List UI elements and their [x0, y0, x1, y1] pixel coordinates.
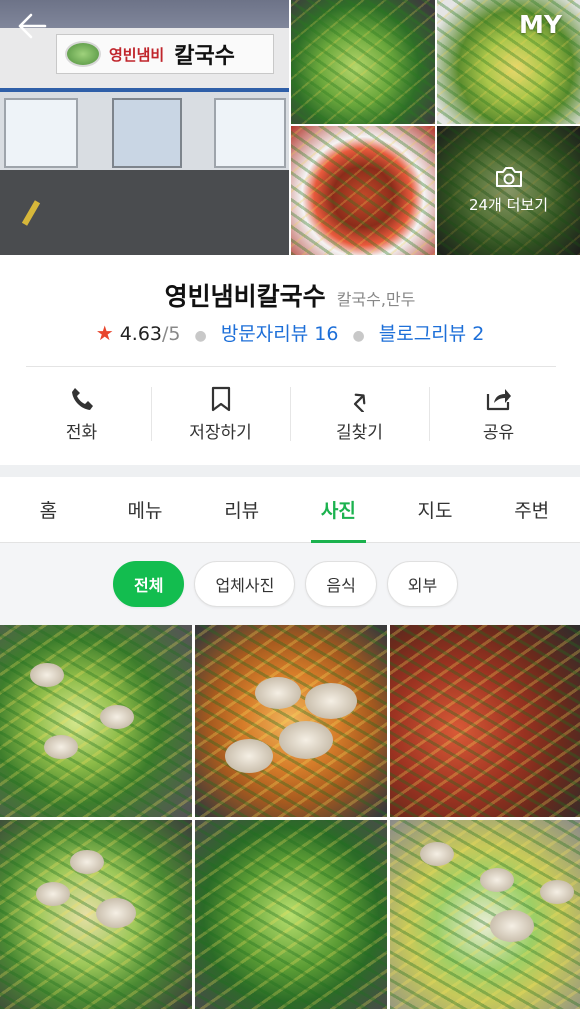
hero-food-photo[interactable]	[291, 126, 435, 255]
clam-shape	[44, 735, 78, 759]
separator-dot: ●	[194, 328, 207, 344]
photo-tile[interactable]	[0, 820, 192, 1009]
sign-big-text: 칼국수	[174, 43, 235, 69]
title-row: 영빈냄비칼국수 칼국수,만두	[0, 277, 580, 313]
place-info: 영빈냄비칼국수 칼국수,만두 ★ 4.63/5 ● 방문자리뷰 16 ● 블로그…	[0, 255, 580, 465]
clam-shape	[36, 882, 70, 906]
filter-all[interactable]: 전체	[113, 561, 185, 607]
hero-food-photo[interactable]	[291, 0, 435, 124]
back-button[interactable]	[12, 8, 52, 44]
clam-shape	[100, 705, 134, 729]
clam-shape	[305, 683, 357, 719]
sign-bowl-logo	[65, 41, 101, 67]
parking-lot	[0, 170, 289, 255]
clam-shape	[96, 898, 136, 928]
clam-shape	[30, 663, 64, 687]
tab-menu[interactable]: 메뉴	[97, 477, 194, 542]
rating-max: /5	[162, 323, 181, 345]
clam-shape	[420, 842, 454, 866]
photo-tile[interactable]	[0, 625, 192, 817]
place-category: 칼국수,만두	[336, 290, 416, 309]
place-name: 영빈냄비칼국수	[164, 282, 326, 311]
tab-nearby[interactable]: 주변	[483, 477, 580, 542]
action-label: 공유	[482, 422, 515, 443]
hero-gallery: 영빈냄비 칼국수 MY 24개 더보기	[0, 0, 580, 255]
more-photos-button[interactable]: 24개 더보기	[437, 126, 580, 255]
section-gap	[0, 465, 580, 477]
clam-shape	[225, 739, 273, 773]
clam-shape	[279, 721, 333, 759]
camera-icon	[495, 167, 522, 187]
clam-shape	[480, 868, 514, 892]
action-label: 길찾기	[336, 422, 383, 443]
share-button[interactable]: 공유	[429, 383, 568, 445]
rating-score: 4.63	[119, 323, 162, 345]
store-door	[112, 98, 182, 168]
clam-shape	[255, 677, 301, 709]
arrow-left-icon	[18, 13, 47, 39]
photo-grid	[0, 625, 580, 1009]
tab-bar: 홈 메뉴 리뷰 사진 지도 주변	[0, 477, 580, 543]
directions-button[interactable]: 길찾기	[290, 383, 429, 445]
clam-shape	[490, 910, 534, 942]
directions-icon	[353, 393, 365, 412]
photo-tile[interactable]	[195, 820, 387, 1009]
bookmark-icon	[211, 386, 230, 411]
photo-tile[interactable]	[390, 820, 580, 1009]
call-button[interactable]: 전화	[12, 383, 151, 445]
more-photos-label: 24개 더보기	[468, 196, 549, 214]
blog-reviews-link[interactable]: 블로그리뷰 2	[379, 323, 485, 345]
phone-icon	[71, 387, 93, 410]
action-label: 저장하기	[189, 422, 252, 443]
tab-reviews[interactable]: 리뷰	[193, 477, 290, 542]
action-label: 전화	[65, 422, 98, 443]
photo-tile[interactable]	[195, 625, 387, 817]
clam-shape	[70, 850, 104, 874]
tab-home[interactable]: 홈	[0, 477, 97, 542]
store-window	[214, 98, 286, 168]
store-window	[4, 98, 78, 168]
my-button[interactable]: MY	[519, 10, 562, 39]
filter-food[interactable]: 음식	[305, 561, 377, 607]
tab-map[interactable]: 지도	[387, 477, 484, 542]
action-bar: 전화 저장하기 길찾기 공유	[12, 383, 568, 445]
filter-business-photos[interactable]: 업체사진	[194, 561, 296, 607]
tab-photos[interactable]: 사진	[290, 477, 387, 543]
save-button[interactable]: 저장하기	[151, 383, 290, 445]
separator-dot: ●	[352, 328, 365, 344]
star-icon: ★	[95, 321, 114, 345]
store-front	[0, 88, 289, 170]
visitor-reviews-link[interactable]: 방문자리뷰 16	[221, 323, 339, 345]
share-icon	[486, 388, 511, 410]
divider	[26, 366, 556, 367]
photo-tile[interactable]	[390, 625, 580, 817]
rating-row: ★ 4.63/5 ● 방문자리뷰 16 ● 블로그리뷰 2	[0, 319, 580, 346]
store-sign: 영빈냄비 칼국수	[56, 34, 274, 74]
photo-filter-bar: 전체 업체사진 음식 외부	[0, 543, 580, 625]
clam-shape	[540, 880, 574, 904]
filter-exterior[interactable]: 외부	[386, 561, 459, 607]
sign-name-text: 영빈냄비	[109, 45, 165, 64]
